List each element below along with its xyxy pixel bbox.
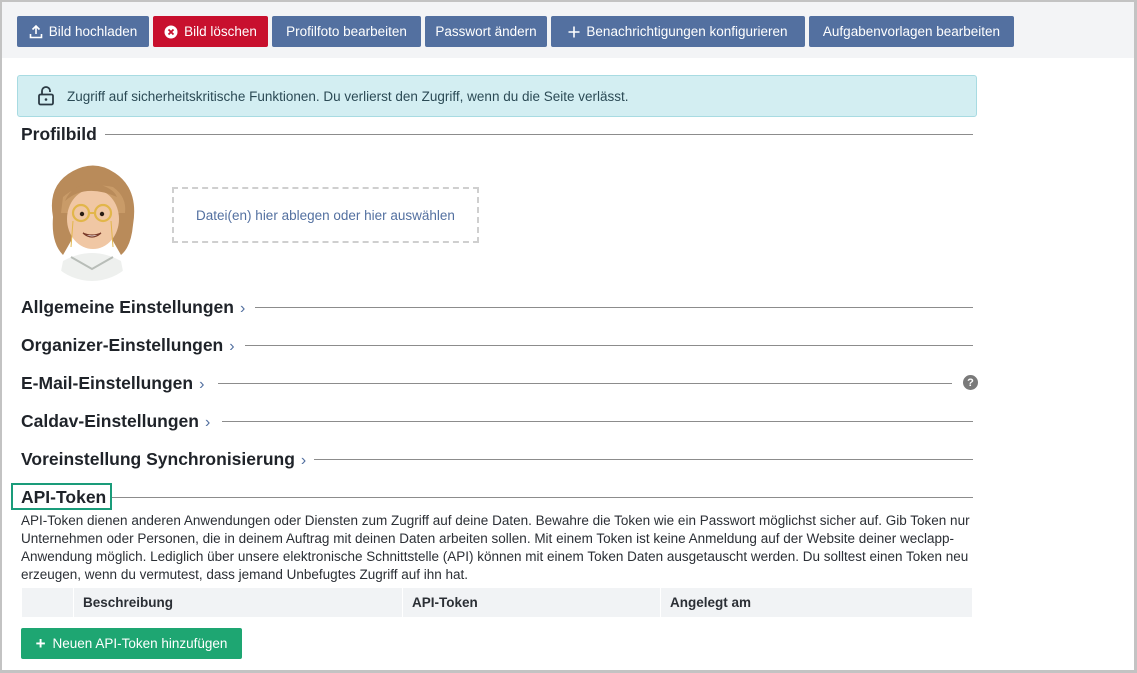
dropzone-label: Datei(en) hier ablegen oder hier auswähl… <box>196 207 455 223</box>
avatar <box>41 157 143 282</box>
column-header-created-at[interactable]: Angelegt am <box>660 588 972 617</box>
section-caldav-settings-title: Caldav-Einstellungen <box>21 411 199 431</box>
section-divider <box>222 421 973 422</box>
delete-image-label: Bild löschen <box>184 24 257 39</box>
column-header-select <box>22 588 73 617</box>
section-divider <box>105 134 973 135</box>
section-divider <box>112 497 973 498</box>
section-divider <box>314 459 973 460</box>
lock-open-icon <box>37 86 55 111</box>
upload-image-label: Bild hochladen <box>48 24 138 39</box>
api-token-title: API-Token <box>21 487 107 507</box>
plus-icon <box>568 26 580 38</box>
edit-profile-photo-label: Profilfoto bearbeiten <box>286 24 407 39</box>
profile-picture-title: Profilbild <box>21 124 97 144</box>
section-sync-presets-title: Voreinstellung Synchronisierung <box>21 449 295 469</box>
delete-circle-icon <box>164 25 178 39</box>
chevron-right-icon: › <box>300 452 307 469</box>
api-token-heading: API-Token <box>21 487 106 508</box>
edit-profile-photo-button[interactable]: Profilfoto bearbeiten <box>272 16 421 47</box>
section-divider <box>245 345 973 346</box>
section-general-settings-title: Allgemeine Einstellungen <box>21 297 234 317</box>
security-notice: Zugriff auf sicherheitskritische Funktio… <box>17 75 977 117</box>
change-password-button[interactable]: Passwort ändern <box>425 16 547 47</box>
help-icon[interactable]: ? <box>963 375 978 390</box>
security-notice-text: Zugriff auf sicherheitskritische Funktio… <box>67 89 629 104</box>
chevron-right-icon: › <box>204 414 211 431</box>
change-password-label: Passwort ändern <box>435 24 537 39</box>
upload-icon <box>29 24 43 39</box>
section-general-settings[interactable]: Allgemeine Einstellungen › <box>21 297 245 318</box>
api-token-description: API-Token dienen anderen Anwendungen ode… <box>21 513 970 582</box>
edit-task-templates-button[interactable]: Aufgabenvorlagen bearbeiten <box>809 16 1014 47</box>
chevron-right-icon: › <box>199 376 205 393</box>
chevron-right-icon: › <box>239 300 246 317</box>
profile-picture-heading: Profilbild <box>21 124 97 145</box>
section-email-settings-title: E-Mail-Einstellungen <box>21 373 194 393</box>
section-caldav-settings[interactable]: Caldav-Einstellungen › <box>21 411 210 432</box>
configure-notifications-label: Benachrichtigungen konfigurieren <box>586 24 788 39</box>
edit-task-templates-label: Aufgabenvorlagen bearbeiten <box>822 24 1001 39</box>
add-api-token-button[interactable]: + Neuen API-Token hinzufügen <box>21 628 242 659</box>
section-organizer-settings[interactable]: Organizer-Einstellungen › <box>21 335 235 356</box>
section-divider <box>218 383 952 384</box>
section-divider <box>255 307 973 308</box>
column-header-api-token[interactable]: API-Token <box>402 588 660 617</box>
configure-notifications-button[interactable]: Benachrichtigungen konfigurieren <box>551 16 805 47</box>
api-token-table-header: Beschreibung API-Token Angelegt am <box>22 588 972 617</box>
plus-icon: + <box>35 633 46 653</box>
add-api-token-label: Neuen API-Token hinzufügen <box>52 636 228 651</box>
section-email-settings[interactable]: E-Mail-Einstellungen › <box>21 373 204 394</box>
upload-image-button[interactable]: Bild hochladen <box>17 16 149 47</box>
file-dropzone[interactable]: Datei(en) hier ablegen oder hier auswähl… <box>172 187 479 243</box>
chevron-right-icon: › <box>229 338 235 355</box>
section-sync-presets[interactable]: Voreinstellung Synchronisierung › <box>21 449 306 470</box>
section-organizer-settings-title: Organizer-Einstellungen <box>21 335 224 355</box>
column-header-description[interactable]: Beschreibung <box>73 588 402 617</box>
delete-image-button[interactable]: Bild löschen <box>153 16 268 47</box>
